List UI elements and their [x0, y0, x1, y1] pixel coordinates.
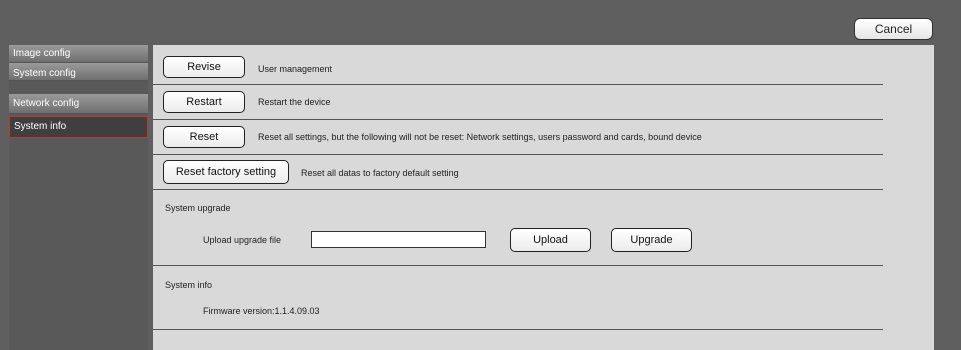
divider	[153, 329, 883, 330]
reset-button[interactable]: Reset	[163, 126, 245, 148]
system-info-title: System info	[165, 280, 213, 290]
system-upgrade-title: System upgrade	[165, 203, 231, 213]
sidebar-item-network-config[interactable]: Network config	[9, 94, 148, 114]
revise-button[interactable]: Revise	[163, 56, 245, 78]
reset-factory-description: Reset all datas to factory default setti…	[301, 168, 459, 178]
upload-file-label: Upload upgrade file	[203, 235, 282, 245]
cancel-button[interactable]: Cancel	[854, 18, 933, 40]
sidebar-item-system-info[interactable]: System info	[9, 116, 148, 138]
sidebar-item-system-config[interactable]: System config	[9, 63, 148, 81]
divider	[153, 154, 883, 155]
restart-description: Restart the device	[258, 97, 331, 107]
reset-factory-button[interactable]: Reset factory setting	[163, 160, 289, 184]
top-bar: Cancel	[0, 0, 961, 44]
sidebar: Image config System config Network confi…	[9, 45, 148, 350]
divider	[153, 189, 883, 190]
upload-button[interactable]: Upload	[510, 228, 591, 252]
firmware-version: Firmware version:1.1.4.09.03	[203, 306, 320, 316]
divider	[153, 84, 883, 85]
upload-file-input[interactable]	[311, 231, 486, 248]
main-panel: Revise User management Restart Restart t…	[153, 45, 934, 350]
sidebar-item-image-config[interactable]: Image config	[9, 45, 148, 63]
divider	[153, 265, 883, 266]
divider	[153, 119, 883, 120]
reset-description: Reset all settings, but the following wi…	[258, 132, 702, 142]
restart-button[interactable]: Restart	[163, 91, 245, 113]
upgrade-button[interactable]: Upgrade	[611, 228, 692, 252]
revise-description: User management	[258, 64, 333, 74]
